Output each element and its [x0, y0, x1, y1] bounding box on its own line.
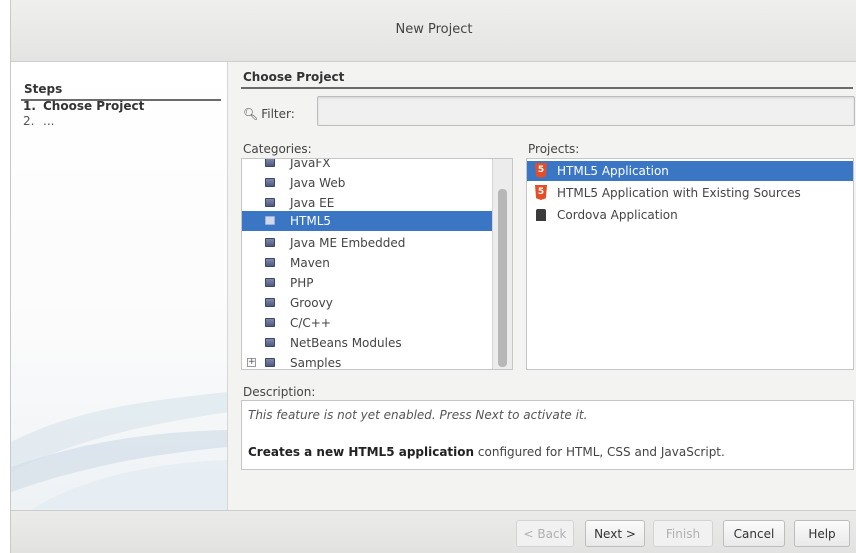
back-button[interactable]: < Back [516, 520, 574, 547]
project-item-html5-application[interactable]: HTML5 Application [527, 161, 853, 181]
project-label: HTML5 Application with Existing Sources [557, 186, 801, 200]
step-label: ... [43, 114, 55, 128]
category-label: PHP [290, 276, 314, 290]
folder-icon [265, 338, 275, 347]
categories-scrollbar[interactable] [492, 159, 512, 369]
html5-icon [535, 163, 547, 178]
filter-label-text: Filter: [261, 107, 295, 121]
filter-label: 🔍︎ Filter: [243, 107, 295, 121]
folder-icon [265, 178, 275, 187]
category-item-groovy[interactable]: Groovy [242, 293, 492, 313]
categories-label: Categories: [243, 142, 312, 156]
project-label: Cordova Application [557, 208, 678, 222]
main-content: Choose Project 🔍︎ Filter: Categories: Jav… [241, 62, 856, 510]
folder-icon [265, 358, 275, 367]
category-item-java-me-embedded[interactable]: Java ME Embedded [242, 233, 492, 253]
category-label: JavaFX [290, 158, 331, 170]
new-project-dialog: New Project Steps 1. Choose Project 2....… [10, 0, 856, 553]
project-item-cordova-application[interactable]: Cordova Application [527, 205, 853, 225]
folder-icon [265, 258, 275, 267]
cancel-button[interactable]: Cancel [723, 520, 785, 547]
expand-icon[interactable]: + [247, 358, 256, 367]
category-item-java-web[interactable]: Java Web [242, 173, 492, 193]
category-item-html5[interactable]: HTML5 [242, 211, 492, 231]
category-item-javafx[interactable]: JavaFX [242, 158, 492, 173]
step-label: Choose Project [43, 99, 145, 113]
project-label: HTML5 Application [557, 164, 669, 178]
filter-input[interactable] [317, 96, 855, 126]
category-item-netbeans-modules[interactable]: NetBeans Modules [242, 333, 492, 353]
window-title: New Project [395, 22, 473, 37]
category-label: C/C++ [290, 316, 331, 330]
description-bold: Creates a new HTML5 application [248, 445, 475, 459]
folder-icon [265, 298, 275, 307]
step-item-choose-project: 1. Choose Project [23, 99, 144, 113]
step-item-next: 2.... [23, 114, 54, 128]
scrollbar-thumb[interactable] [498, 189, 507, 367]
description-notice: This feature is not yet enabled. Press N… [248, 408, 588, 422]
folder-icon [265, 318, 275, 327]
html5-icon [535, 185, 547, 200]
help-button[interactable]: Help [794, 520, 850, 547]
step-number: 1. [23, 99, 36, 113]
section-divider [241, 87, 853, 89]
steps-title: Steps [24, 82, 63, 96]
category-label: Java EE [290, 196, 335, 210]
category-label: Maven [290, 256, 330, 270]
search-icon: 🔍︎ [243, 107, 259, 121]
category-item-php[interactable]: PHP [242, 273, 492, 293]
category-item-java-ee[interactable]: Java EE [242, 193, 492, 213]
folder-icon [265, 216, 275, 225]
folder-icon [265, 238, 275, 247]
title-bar[interactable]: New Project [11, 0, 856, 62]
description-rest: configured for HTML, CSS and JavaScript. [474, 445, 725, 459]
description-label: Description: [243, 385, 316, 399]
category-item-cpp[interactable]: C/C++ [242, 313, 492, 333]
section-title: Choose Project [243, 70, 345, 84]
category-label: NetBeans Modules [290, 336, 402, 350]
category-label: HTML5 [290, 214, 332, 228]
category-label: Samples [290, 356, 342, 370]
cordova-icon [536, 209, 546, 221]
description-box: This feature is not yet enabled. Press N… [241, 400, 854, 470]
description-text: Creates a new HTML5 application configur… [248, 445, 725, 459]
category-item-samples[interactable]: + Samples [242, 353, 492, 370]
category-label: Java Web [290, 176, 346, 190]
category-label: Java ME Embedded [290, 236, 406, 250]
folder-icon [265, 198, 275, 207]
button-bar: < Back Next > Finish Cancel Help [11, 510, 856, 553]
steps-panel: Steps 1. Choose Project 2.... [11, 62, 228, 510]
projects-list[interactable]: HTML5 Application HTML5 Application with… [526, 158, 854, 370]
decorative-wave-graphic [11, 392, 227, 510]
folder-icon [265, 159, 275, 167]
finish-button[interactable]: Finish [653, 520, 713, 547]
categories-list[interactable]: JavaFX Java Web Java EE HTML5 Java ME Em… [241, 158, 513, 370]
category-item-maven[interactable]: Maven [242, 253, 492, 273]
folder-icon [265, 278, 275, 287]
category-label: Groovy [290, 296, 333, 310]
step-number: 2. [23, 114, 35, 128]
project-item-html5-existing-sources[interactable]: HTML5 Application with Existing Sources [527, 183, 853, 203]
projects-label: Projects: [528, 142, 580, 156]
next-button[interactable]: Next > [585, 520, 645, 547]
